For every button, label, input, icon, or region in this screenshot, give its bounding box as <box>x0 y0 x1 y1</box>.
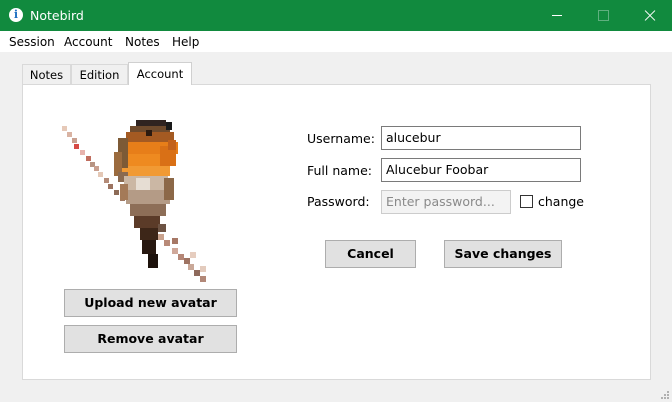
change-password-label: change <box>538 194 585 209</box>
fullname-label: Full name: <box>307 163 373 178</box>
save-changes-button[interactable]: Save changes <box>444 240 562 268</box>
title-bar: i Notebird <box>0 0 672 31</box>
change-password-checkbox[interactable] <box>520 195 533 208</box>
maximize-button[interactable] <box>580 0 626 31</box>
menu-account[interactable]: Account <box>64 35 112 49</box>
password-field[interactable]: Enter password... <box>381 190 511 214</box>
upload-avatar-button[interactable]: Upload new avatar <box>64 289 237 317</box>
cancel-button[interactable]: Cancel <box>325 240 416 268</box>
tab-notes[interactable]: Notes <box>22 64 71 84</box>
tab-account[interactable]: Account <box>128 62 192 85</box>
menu-session[interactable]: Session <box>9 35 55 49</box>
username-label: Username: <box>307 131 375 146</box>
avatar-image <box>62 120 206 282</box>
menu-notes[interactable]: Notes <box>125 35 160 49</box>
window-title: Notebird <box>30 8 84 23</box>
password-label: Password: <box>307 194 370 209</box>
menu-help[interactable]: Help <box>172 35 199 49</box>
username-field[interactable]: alucebur <box>381 126 581 150</box>
fullname-field[interactable]: Alucebur Foobar <box>381 158 581 182</box>
menu-bar: Session Account Notes Help <box>0 31 672 52</box>
minimize-button[interactable] <box>534 0 580 31</box>
resize-grip-icon[interactable] <box>659 389 669 399</box>
close-button[interactable] <box>626 0 672 31</box>
app-info-icon: i <box>9 8 23 22</box>
tab-edition[interactable]: Edition <box>71 64 128 84</box>
remove-avatar-button[interactable]: Remove avatar <box>64 325 237 353</box>
